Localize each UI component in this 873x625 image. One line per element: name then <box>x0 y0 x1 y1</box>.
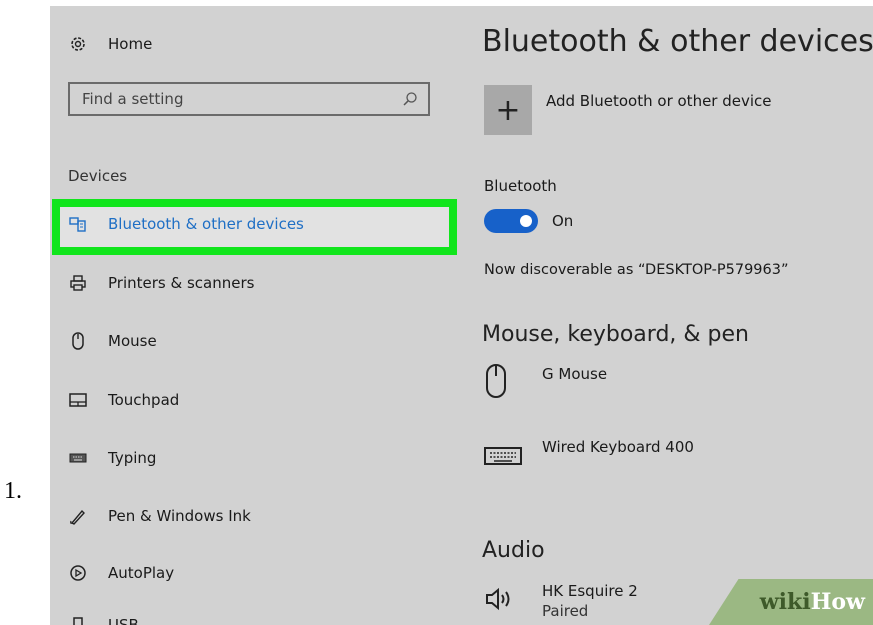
mouse-icon <box>68 331 88 351</box>
section-audio: Audio <box>482 538 545 563</box>
add-device-label[interactable]: Add Bluetooth or other device <box>546 92 772 110</box>
device-mouse[interactable]: G Mouse <box>542 365 607 383</box>
keyboard-icon <box>68 448 88 468</box>
bluetooth-label: Bluetooth <box>484 177 557 195</box>
bluetooth-devices-icon <box>68 214 88 234</box>
home-link[interactable]: Home <box>68 34 152 54</box>
keyboard-device-icon <box>484 446 522 470</box>
search-icon[interactable] <box>402 91 418 111</box>
sidebar-item-autoplay[interactable]: AutoPlay <box>68 563 174 583</box>
plus-icon: + <box>495 92 521 128</box>
search-input[interactable]: Find a setting <box>68 82 430 116</box>
devices-group-label: Devices <box>68 167 128 185</box>
toggle-knob <box>520 215 532 227</box>
bluetooth-state: On <box>552 212 574 230</box>
sidebar-item-printers[interactable]: Printers & scanners <box>68 273 254 293</box>
touchpad-icon <box>68 390 88 410</box>
sidebar-item-label: Pen & Windows Ink <box>108 507 251 525</box>
speaker-icon <box>484 586 518 616</box>
settings-window: Home Find a setting Devices Bluetooth & … <box>50 6 873 625</box>
device-keyboard[interactable]: Wired Keyboard 400 <box>542 438 694 456</box>
pen-icon <box>68 506 88 526</box>
section-mouse-keyboard-pen: Mouse, keyboard, & pen <box>482 322 749 347</box>
gear-icon <box>68 34 88 54</box>
sidebar-item-label: Touchpad <box>108 391 180 409</box>
bluetooth-toggle[interactable] <box>484 209 538 233</box>
sidebar-item-touchpad[interactable]: Touchpad <box>68 390 179 410</box>
device-audio-status: Paired <box>542 602 589 620</box>
watermark-wiki: wiki <box>759 589 811 615</box>
usb-icon <box>68 615 88 625</box>
sidebar-item-label: Bluetooth & other devices <box>108 215 304 233</box>
page-title: Bluetooth & other devices <box>482 24 873 59</box>
sidebar-item-label: Typing <box>108 449 157 467</box>
search-placeholder: Find a setting <box>82 90 184 108</box>
wikihow-watermark: wikiHow <box>709 579 873 625</box>
sidebar-item-label: Printers & scanners <box>108 274 255 292</box>
autoplay-icon <box>68 563 88 583</box>
watermark-how: How <box>810 589 865 615</box>
add-device-button[interactable]: + <box>484 85 532 135</box>
sidebar-item-mouse[interactable]: Mouse <box>68 331 157 351</box>
sidebar-item-bluetooth[interactable]: Bluetooth & other devices <box>68 214 304 234</box>
step-number: 1. <box>4 478 22 504</box>
sidebar-item-label: USB <box>108 616 139 625</box>
sidebar-item-pen[interactable]: Pen & Windows Ink <box>68 506 251 526</box>
sidebar-item-label: AutoPlay <box>108 564 175 582</box>
sidebar-item-usb[interactable]: USB <box>68 615 139 625</box>
home-label: Home <box>108 35 153 53</box>
device-audio[interactable]: HK Esquire 2 <box>542 582 638 600</box>
discoverable-text: Now discoverable as “DESKTOP-P579963” <box>484 262 789 278</box>
printer-icon <box>68 273 88 293</box>
sidebar-item-typing[interactable]: Typing <box>68 448 156 468</box>
sidebar-item-label: Mouse <box>108 332 157 350</box>
mouse-device-icon <box>484 363 508 403</box>
